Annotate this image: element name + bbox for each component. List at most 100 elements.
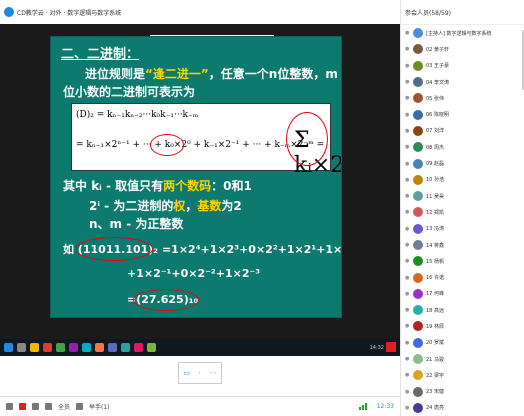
share-icon[interactable] [32,403,39,410]
rule-suffix: ，任意一个n位整数，m [208,67,338,81]
mic-status-icon: ● [405,62,410,69]
chat-icon[interactable] [45,403,52,410]
share-mid-button[interactable]: · [199,369,201,377]
mic-status-icon: ● [405,404,410,411]
mic-status-icon: ● [405,307,410,314]
avatar [413,28,423,39]
participant-row[interactable]: ● 20 罗斌 [401,335,524,351]
participant-row[interactable]: ● 16 许诺 [401,269,524,285]
taskbar-app-icon[interactable] [69,343,78,352]
example-prefix: 如 [63,243,74,256]
avatar [413,256,423,267]
participant-row[interactable]: ● 02 黄子轩 [401,41,524,57]
participant-row[interactable]: ● 15 杨帆 [401,253,524,269]
avatar [413,321,423,332]
participant-row[interactable]: ● 14 蒋鑫 [401,237,524,253]
participant-row[interactable]: ● 11 吴昊 [401,188,524,204]
mic-status-icon: ● [405,242,410,248]
participant-row[interactable]: ● 19 林辰 [401,318,524,334]
members-label[interactable]: 全员 [58,402,70,411]
participant-row[interactable]: ● 08 周杰 [401,139,524,155]
participant-row[interactable]: ● 12 郑凯 [401,204,524,220]
participant-name: 12 郑凯 [426,209,444,216]
taskbar-app-icon[interactable] [30,343,39,352]
slide: 二、二进制： 进位规则是“逢二进一”，任意一个n位整数，m 位小数的二进制可表示… [50,36,342,318]
taskbar-app-icon[interactable] [95,343,104,352]
mic-icon[interactable] [6,403,13,410]
participant-name: [主持人] 数字逻辑与数字系统 [426,30,492,37]
participant-name: 17 何峰 [426,291,444,298]
participant-name: 16 许诺 [426,275,444,282]
mic-status-icon: ● [405,144,410,151]
mic-status-icon: ● [405,356,410,363]
annotation-circle [286,112,328,166]
avatar [413,288,423,299]
taskbar-app-icon[interactable] [17,343,26,352]
formula-line1: (D)₂ = kₙ₋₁kₙ₋₂···k₀k₋₁···k₋ₘ [76,110,199,120]
share-left-button[interactable]: ▭ [183,369,190,377]
avatar [413,125,423,136]
participant-row[interactable]: ● 03 王子豪 [401,58,524,74]
avatar [413,191,423,202]
record-icon[interactable] [386,342,396,352]
participants-panel: 参会人员(58/59) ● [主持人] 数字逻辑与数字系统 ● 02 黄子轩 ● 03 王… [400,0,524,416]
mic-status-icon: ● [405,258,410,265]
weight-word: 权 [173,199,186,213]
slide-where-line: 其中 kᵢ - 取值只有两个数码：0和1 [63,177,252,194]
meeting-time: 12:33 [376,403,394,410]
participant-row[interactable]: ● 22 梁宇 [401,367,524,383]
participant-name: 04 李文涛 [426,79,449,86]
avatar [413,207,423,218]
mic-status-icon: ● [405,209,410,216]
participant-name: 02 黄子轩 [426,46,449,53]
app-logo-icon [4,7,14,17]
window-title: CD教学云 · 对外 · 数字逻辑与数字系统 [17,9,122,17]
example-line2: +1×2⁻¹+0×2⁻²+1×2⁻³ [127,267,261,280]
participant-row[interactable]: ● 17 何峰 [401,286,524,302]
participant-name: 06 陈晓明 [426,112,449,119]
taskbar-app-icon[interactable] [121,343,130,352]
signal-icon [358,403,367,410]
avatar [413,337,423,348]
mic-status-icon: ● [405,323,410,330]
where-ki: kᵢ - 取值只有 [91,179,164,193]
participant-row[interactable]: ● 07 刘洋 [401,123,524,139]
participant-row[interactable]: ● [主持人] 数字逻辑与数字系统 [401,25,524,41]
slide-rule: 进位规则是“逢二进一”，任意一个n位整数，m [85,65,338,82]
participant-row[interactable]: ● 21 马骏 [401,351,524,367]
taskbar-app-icon[interactable] [108,343,117,352]
participant-row[interactable]: ● 04 李文涛 [401,74,524,90]
camera-icon[interactable] [19,403,26,410]
taskbar-app-icon[interactable] [82,343,91,352]
participant-name: 09 赵磊 [426,161,444,168]
taskbar-app-icon[interactable] [134,343,143,352]
participant-row[interactable]: ● 18 高远 [401,302,524,318]
participant-name: 03 王子豪 [426,63,449,70]
taskbar-clock: 14:32 [369,344,384,351]
participant-row[interactable]: ● 24 唐亮 [401,400,524,416]
share-right-button[interactable]: ⋯ [210,369,217,377]
avatar [413,402,423,413]
participant-row[interactable]: ● 06 陈晓明 [401,106,524,122]
participant-list: ● [主持人] 数字逻辑与数字系统 ● 02 黄子轩 ● 03 王子豪 ● 04 李文涛 ● 05… [401,25,524,416]
participant-row[interactable]: ● 05 张伟 [401,90,524,106]
participant-name: 23 宋健 [426,389,444,396]
hand-icon[interactable] [76,403,84,410]
start-icon[interactable] [4,343,13,352]
participant-name: 08 周杰 [426,144,444,151]
participant-row[interactable]: ● 23 宋健 [401,384,524,400]
mic-status-icon: ● [405,79,410,86]
taskbar-app-icon[interactable] [56,343,65,352]
mic-status-icon: ● [405,95,410,102]
taskbar-app-icon[interactable] [43,343,52,352]
mic-status-icon: ● [405,30,410,37]
participant-row[interactable]: ● 09 赵磊 [401,155,524,171]
participants-header: 参会人员(58/59) [401,0,524,25]
raise-hand-label[interactable]: 举手(1) [89,402,110,411]
share-control-bar: ▭ · ⋯ [178,362,222,384]
annotation-circle [150,134,184,156]
participant-row[interactable]: ● 10 孙浩 [401,172,524,188]
participant-name: 20 罗斌 [426,340,444,347]
taskbar-app-icon[interactable] [147,343,156,352]
participant-row[interactable]: ● 13 冯涛 [401,221,524,237]
